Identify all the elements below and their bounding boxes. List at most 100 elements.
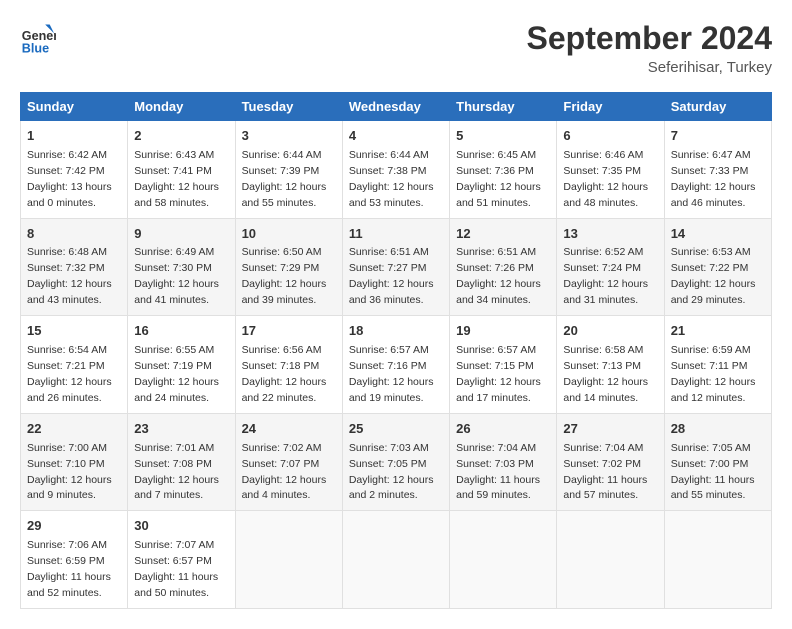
- day-number: 13: [563, 225, 657, 244]
- calendar-cell: 4 Sunrise: 6:44 AMSunset: 7:38 PMDaylight…: [342, 121, 449, 219]
- day-info: Sunrise: 7:00 AMSunset: 7:10 PMDaylight:…: [27, 442, 112, 502]
- day-number: 27: [563, 420, 657, 439]
- day-number: 19: [456, 322, 550, 341]
- calendar-cell: 15 Sunrise: 6:54 AMSunset: 7:21 PMDayligh…: [21, 316, 128, 414]
- day-number: 22: [27, 420, 121, 439]
- calendar-cell: 19 Sunrise: 6:57 AMSunset: 7:15 PMDayligh…: [450, 316, 557, 414]
- day-number: 4: [349, 127, 443, 146]
- calendar-cell: 11 Sunrise: 6:51 AMSunset: 7:27 PMDayligh…: [342, 218, 449, 316]
- day-info: Sunrise: 6:50 AMSunset: 7:29 PMDaylight:…: [242, 246, 327, 306]
- day-info: Sunrise: 6:51 AMSunset: 7:27 PMDaylight:…: [349, 246, 434, 306]
- day-header-monday: Monday: [128, 93, 235, 121]
- calendar-cell: 7 Sunrise: 6:47 AMSunset: 7:33 PMDaylight…: [664, 121, 771, 219]
- day-header-sunday: Sunday: [21, 93, 128, 121]
- day-number: 1: [27, 127, 121, 146]
- day-number: 23: [134, 420, 228, 439]
- calendar-cell: [235, 511, 342, 609]
- day-info: Sunrise: 6:52 AMSunset: 7:24 PMDaylight:…: [563, 246, 648, 306]
- day-info: Sunrise: 6:56 AMSunset: 7:18 PMDaylight:…: [242, 344, 327, 404]
- calendar-cell: 29 Sunrise: 7:06 AMSunset: 6:59 PMDayligh…: [21, 511, 128, 609]
- calendar-cell: 17Sunrise: 6:56 AMSunset: 7:18 PMDayligh…: [235, 316, 342, 414]
- day-info: Sunrise: 7:06 AMSunset: 6:59 PMDaylight:…: [27, 539, 111, 599]
- calendar-cell: 12 Sunrise: 6:51 AMSunset: 7:26 PMDayligh…: [450, 218, 557, 316]
- week-row-1: 1 Sunrise: 6:42 AMSunset: 7:42 PMDaylight…: [21, 121, 772, 219]
- day-info: Sunrise: 6:54 AMSunset: 7:21 PMDaylight:…: [27, 344, 112, 404]
- day-number: 5: [456, 127, 550, 146]
- day-header-tuesday: Tuesday: [235, 93, 342, 121]
- calendar-cell: 24Sunrise: 7:02 AMSunset: 7:07 PMDayligh…: [235, 413, 342, 511]
- calendar-cell: [664, 511, 771, 609]
- day-info: Sunrise: 7:01 AMSunset: 7:08 PMDaylight:…: [134, 442, 219, 502]
- day-number: 2: [134, 127, 228, 146]
- day-number: 29: [27, 517, 121, 536]
- calendar-cell: 10 Sunrise: 6:50 AMSunset: 7:29 PMDayligh…: [235, 218, 342, 316]
- week-row-5: 29 Sunrise: 7:06 AMSunset: 6:59 PMDayligh…: [21, 511, 772, 609]
- day-info: Sunrise: 7:07 AMSunset: 6:57 PMDaylight:…: [134, 539, 218, 599]
- calendar-cell: 13 Sunrise: 6:52 AMSunset: 7:24 PMDayligh…: [557, 218, 664, 316]
- calendar-cell: 2 Sunrise: 6:43 AMSunset: 7:41 PMDaylight…: [128, 121, 235, 219]
- calendar-cell: 16Sunrise: 6:55 AMSunset: 7:19 PMDayligh…: [128, 316, 235, 414]
- calendar-table: SundayMondayTuesdayWednesdayThursdayFrid…: [20, 92, 772, 609]
- month-title: September 2024: [527, 20, 772, 57]
- day-info: Sunrise: 6:45 AMSunset: 7:36 PMDaylight:…: [456, 149, 541, 209]
- calendar-cell: 28 Sunrise: 7:05 AMSunset: 7:00 PMDayligh…: [664, 413, 771, 511]
- day-number: 11: [349, 225, 443, 244]
- day-info: Sunrise: 6:48 AMSunset: 7:32 PMDaylight:…: [27, 246, 112, 306]
- day-number: 20: [563, 322, 657, 341]
- day-header-friday: Friday: [557, 93, 664, 121]
- calendar-cell: 22 Sunrise: 7:00 AMSunset: 7:10 PMDayligh…: [21, 413, 128, 511]
- day-number: 30: [134, 517, 228, 536]
- calendar-cell: 30 Sunrise: 7:07 AMSunset: 6:57 PMDayligh…: [128, 511, 235, 609]
- day-info: Sunrise: 6:43 AMSunset: 7:41 PMDaylight:…: [134, 149, 219, 209]
- calendar-cell: 1 Sunrise: 6:42 AMSunset: 7:42 PMDaylight…: [21, 121, 128, 219]
- day-number: 9: [134, 225, 228, 244]
- day-number: 10: [242, 225, 336, 244]
- day-number: 25: [349, 420, 443, 439]
- day-number: 21: [671, 322, 765, 341]
- calendar-cell: 6Sunrise: 6:46 AMSunset: 7:35 PMDaylight…: [557, 121, 664, 219]
- week-row-2: 8 Sunrise: 6:48 AMSunset: 7:32 PMDaylight…: [21, 218, 772, 316]
- day-info: Sunrise: 6:49 AMSunset: 7:30 PMDaylight:…: [134, 246, 219, 306]
- calendar-cell: 3Sunrise: 6:44 AMSunset: 7:39 PMDaylight…: [235, 121, 342, 219]
- location-subtitle: Seferihisar, Turkey: [527, 59, 772, 76]
- day-info: Sunrise: 6:47 AMSunset: 7:33 PMDaylight:…: [671, 149, 756, 209]
- calendar-cell: 27 Sunrise: 7:04 AMSunset: 7:02 PMDayligh…: [557, 413, 664, 511]
- day-info: Sunrise: 6:53 AMSunset: 7:22 PMDaylight:…: [671, 246, 756, 306]
- day-info: Sunrise: 7:04 AMSunset: 7:02 PMDaylight:…: [563, 442, 647, 502]
- calendar-cell: 8 Sunrise: 6:48 AMSunset: 7:32 PMDaylight…: [21, 218, 128, 316]
- svg-text:Blue: Blue: [22, 41, 49, 55]
- day-info: Sunrise: 7:03 AMSunset: 7:05 PMDaylight:…: [349, 442, 434, 502]
- day-info: Sunrise: 7:02 AMSunset: 7:07 PMDaylight:…: [242, 442, 327, 502]
- day-number: 28: [671, 420, 765, 439]
- calendar-cell: 18Sunrise: 6:57 AMSunset: 7:16 PMDayligh…: [342, 316, 449, 414]
- day-info: Sunrise: 6:57 AMSunset: 7:15 PMDaylight:…: [456, 344, 541, 404]
- day-header-saturday: Saturday: [664, 93, 771, 121]
- calendar-cell: [342, 511, 449, 609]
- calendar-cell: 25 Sunrise: 7:03 AMSunset: 7:05 PMDayligh…: [342, 413, 449, 511]
- day-number: 15: [27, 322, 121, 341]
- day-info: Sunrise: 6:51 AMSunset: 7:26 PMDaylight:…: [456, 246, 541, 306]
- calendar-cell: [450, 511, 557, 609]
- week-row-4: 22 Sunrise: 7:00 AMSunset: 7:10 PMDayligh…: [21, 413, 772, 511]
- day-number: 14: [671, 225, 765, 244]
- logo: General Blue: [20, 20, 56, 56]
- day-info: Sunrise: 6:44 AMSunset: 7:38 PMDaylight:…: [349, 149, 434, 209]
- calendar-cell: 14 Sunrise: 6:53 AMSunset: 7:22 PMDayligh…: [664, 218, 771, 316]
- calendar-cell: 21 Sunrise: 6:59 AMSunset: 7:11 PMDayligh…: [664, 316, 771, 414]
- day-number: 18: [349, 322, 443, 341]
- day-info: Sunrise: 7:05 AMSunset: 7:00 PMDaylight:…: [671, 442, 755, 502]
- day-header-thursday: Thursday: [450, 93, 557, 121]
- day-info: Sunrise: 6:44 AMSunset: 7:39 PMDaylight:…: [242, 149, 327, 209]
- day-info: Sunrise: 6:59 AMSunset: 7:11 PMDaylight:…: [671, 344, 756, 404]
- day-number: 8: [27, 225, 121, 244]
- day-number: 12: [456, 225, 550, 244]
- header-row: SundayMondayTuesdayWednesdayThursdayFrid…: [21, 93, 772, 121]
- calendar-cell: [557, 511, 664, 609]
- day-info: Sunrise: 6:42 AMSunset: 7:42 PMDaylight:…: [27, 149, 112, 209]
- title-area: September 2024 Seferihisar, Turkey: [527, 20, 772, 76]
- day-info: Sunrise: 6:58 AMSunset: 7:13 PMDaylight:…: [563, 344, 648, 404]
- day-number: 7: [671, 127, 765, 146]
- day-header-wednesday: Wednesday: [342, 93, 449, 121]
- week-row-3: 15 Sunrise: 6:54 AMSunset: 7:21 PMDayligh…: [21, 316, 772, 414]
- page-header: General Blue September 2024 Seferihisar,…: [20, 20, 772, 76]
